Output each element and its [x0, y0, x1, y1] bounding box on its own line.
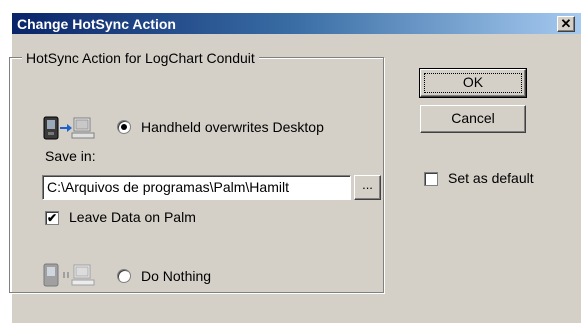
- handheld-overwrites-radio[interactable]: [117, 120, 131, 134]
- focus-rectangle: [424, 73, 522, 93]
- save-in-path-field[interactable]: C:\Arquivos de programas\Palm\Hamilt: [42, 175, 351, 200]
- close-icon: ✕: [560, 16, 572, 31]
- leave-data-label[interactable]: Leave Data on Palm: [69, 209, 196, 225]
- do-nothing-icon: [43, 263, 95, 287]
- set-default-label[interactable]: Set as default: [448, 170, 534, 186]
- ok-button[interactable]: OK: [419, 68, 527, 98]
- groupbox-legend: HotSync Action for LogChart Conduit: [22, 50, 259, 66]
- leave-data-checkbox[interactable]: ✔: [45, 211, 59, 225]
- cancel-button[interactable]: Cancel: [420, 105, 526, 133]
- handheld-overwrites-label[interactable]: Handheld overwrites Desktop: [141, 119, 324, 135]
- save-in-path-value: C:\Arquivos de programas\Palm\Hamilt: [47, 179, 289, 195]
- do-nothing-radio[interactable]: [117, 269, 131, 283]
- title-bar[interactable]: Change HotSync Action ✕: [12, 13, 581, 34]
- handheld-to-desktop-icon: [43, 116, 95, 140]
- dialog-title: Change HotSync Action: [17, 16, 176, 32]
- close-button[interactable]: ✕: [557, 16, 575, 32]
- cancel-label: Cancel: [451, 110, 495, 126]
- browse-label: ...: [362, 177, 373, 192]
- set-default-checkbox[interactable]: [424, 172, 438, 186]
- do-nothing-label[interactable]: Do Nothing: [141, 268, 211, 284]
- save-in-label: Save in:: [45, 148, 96, 164]
- browse-button[interactable]: ...: [354, 175, 381, 200]
